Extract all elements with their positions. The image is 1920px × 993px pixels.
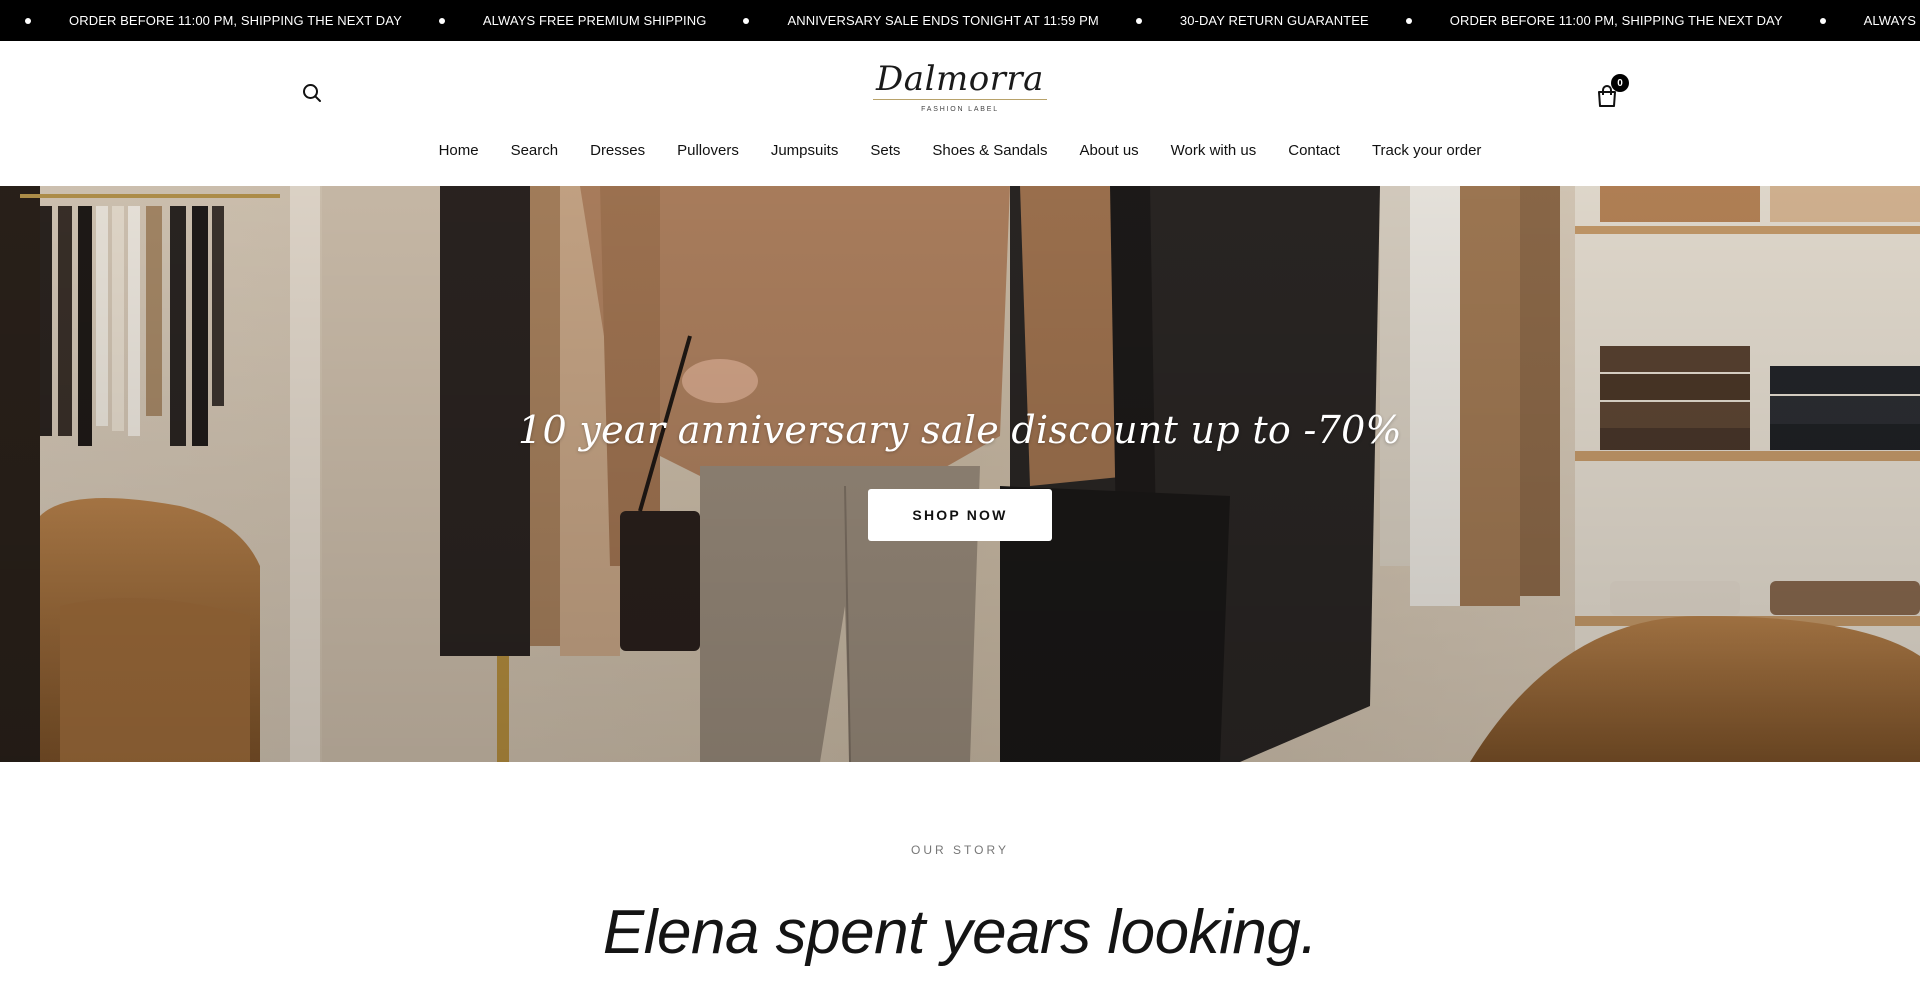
nav-item-sets[interactable]: Sets (854, 141, 916, 161)
announcement-item: ORDER BEFORE 11:00 PM, SHIPPING THE NEXT… (0, 13, 402, 28)
announcement-item: ALWAYS FREE PREMIUM SHIPPING (1783, 13, 1920, 28)
site-header: Dalmorra FASHION LABEL 0 Home Search Dre… (0, 41, 1920, 186)
story-eyebrow: OUR STORY (911, 843, 1009, 857)
announcement-text: ANNIVERSARY SALE ENDS TONIGHT AT 11:59 P… (787, 13, 1099, 28)
nav-item-jumpsuits[interactable]: Jumpsuits (755, 141, 855, 161)
nav-item-search[interactable]: Search (495, 141, 575, 161)
search-icon (303, 84, 321, 102)
hero-title: 10 year anniversary sale discount up to … (518, 408, 1402, 452)
announcement-item: ALWAYS FREE PREMIUM SHIPPING (402, 13, 707, 28)
nav-item-pullovers[interactable]: Pullovers (661, 141, 755, 161)
nav-item-contact[interactable]: Contact (1272, 141, 1356, 161)
nav-item-home[interactable]: Home (423, 141, 495, 161)
bullet-dot-icon (438, 17, 445, 24)
story-headline: Elena spent years looking. (602, 898, 1318, 967)
announcement-item: ANNIVERSARY SALE ENDS TONIGHT AT 11:59 P… (706, 13, 1099, 28)
announcement-text: ORDER BEFORE 11:00 PM, SHIPPING THE NEXT… (1449, 13, 1783, 28)
brand-logo[interactable]: Dalmorra FASHION LABEL (873, 59, 1047, 119)
hero-image (0, 186, 1920, 762)
nav-item-track-order[interactable]: Track your order (1356, 141, 1497, 161)
announcement-item: 30-DAY RETURN GUARANTEE (1099, 13, 1369, 28)
announcement-text: 30-DAY RETURN GUARANTEE (1179, 13, 1369, 28)
bullet-dot-icon (1135, 17, 1142, 24)
main-nav: Home Search Dresses Pullovers Jumpsuits … (0, 141, 1920, 161)
announcement-track: ORDER BEFORE 11:00 PM, SHIPPING THE NEXT… (0, 0, 1920, 41)
announcement-bar: ORDER BEFORE 11:00 PM, SHIPPING THE NEXT… (0, 0, 1920, 41)
bullet-dot-icon (25, 17, 31, 24)
announcement-text: ALWAYS FREE PREMIUM SHIPPING (482, 13, 707, 28)
logo-divider (873, 99, 1047, 100)
hero-banner: 10 year anniversary sale discount up to … (0, 186, 1920, 762)
nav-item-about-us[interactable]: About us (1063, 141, 1154, 161)
bullet-dot-icon (1405, 17, 1412, 24)
shop-now-button[interactable]: SHOP NOW (868, 489, 1052, 541)
bullet-dot-icon (743, 17, 750, 24)
logo-tagline: FASHION LABEL (921, 106, 999, 113)
cart-button[interactable]: 0 (1596, 74, 1630, 112)
nav-item-shoes-sandals[interactable]: Shoes & Sandals (916, 141, 1063, 161)
nav-item-dresses[interactable]: Dresses (574, 141, 661, 161)
announcement-text: ALWAYS FREE PREMIUM SHIPPING (1863, 13, 1920, 28)
logo-wordmark: Dalmorra (876, 59, 1044, 99)
cart-count-badge: 0 (1611, 74, 1629, 92)
announcement-text: ORDER BEFORE 11:00 PM, SHIPPING THE NEXT… (69, 13, 402, 28)
announcement-item: ORDER BEFORE 11:00 PM, SHIPPING THE NEXT… (1369, 13, 1783, 28)
search-button[interactable] (298, 79, 326, 107)
bullet-dot-icon (1819, 17, 1826, 24)
nav-item-work-with-us[interactable]: Work with us (1155, 141, 1273, 161)
